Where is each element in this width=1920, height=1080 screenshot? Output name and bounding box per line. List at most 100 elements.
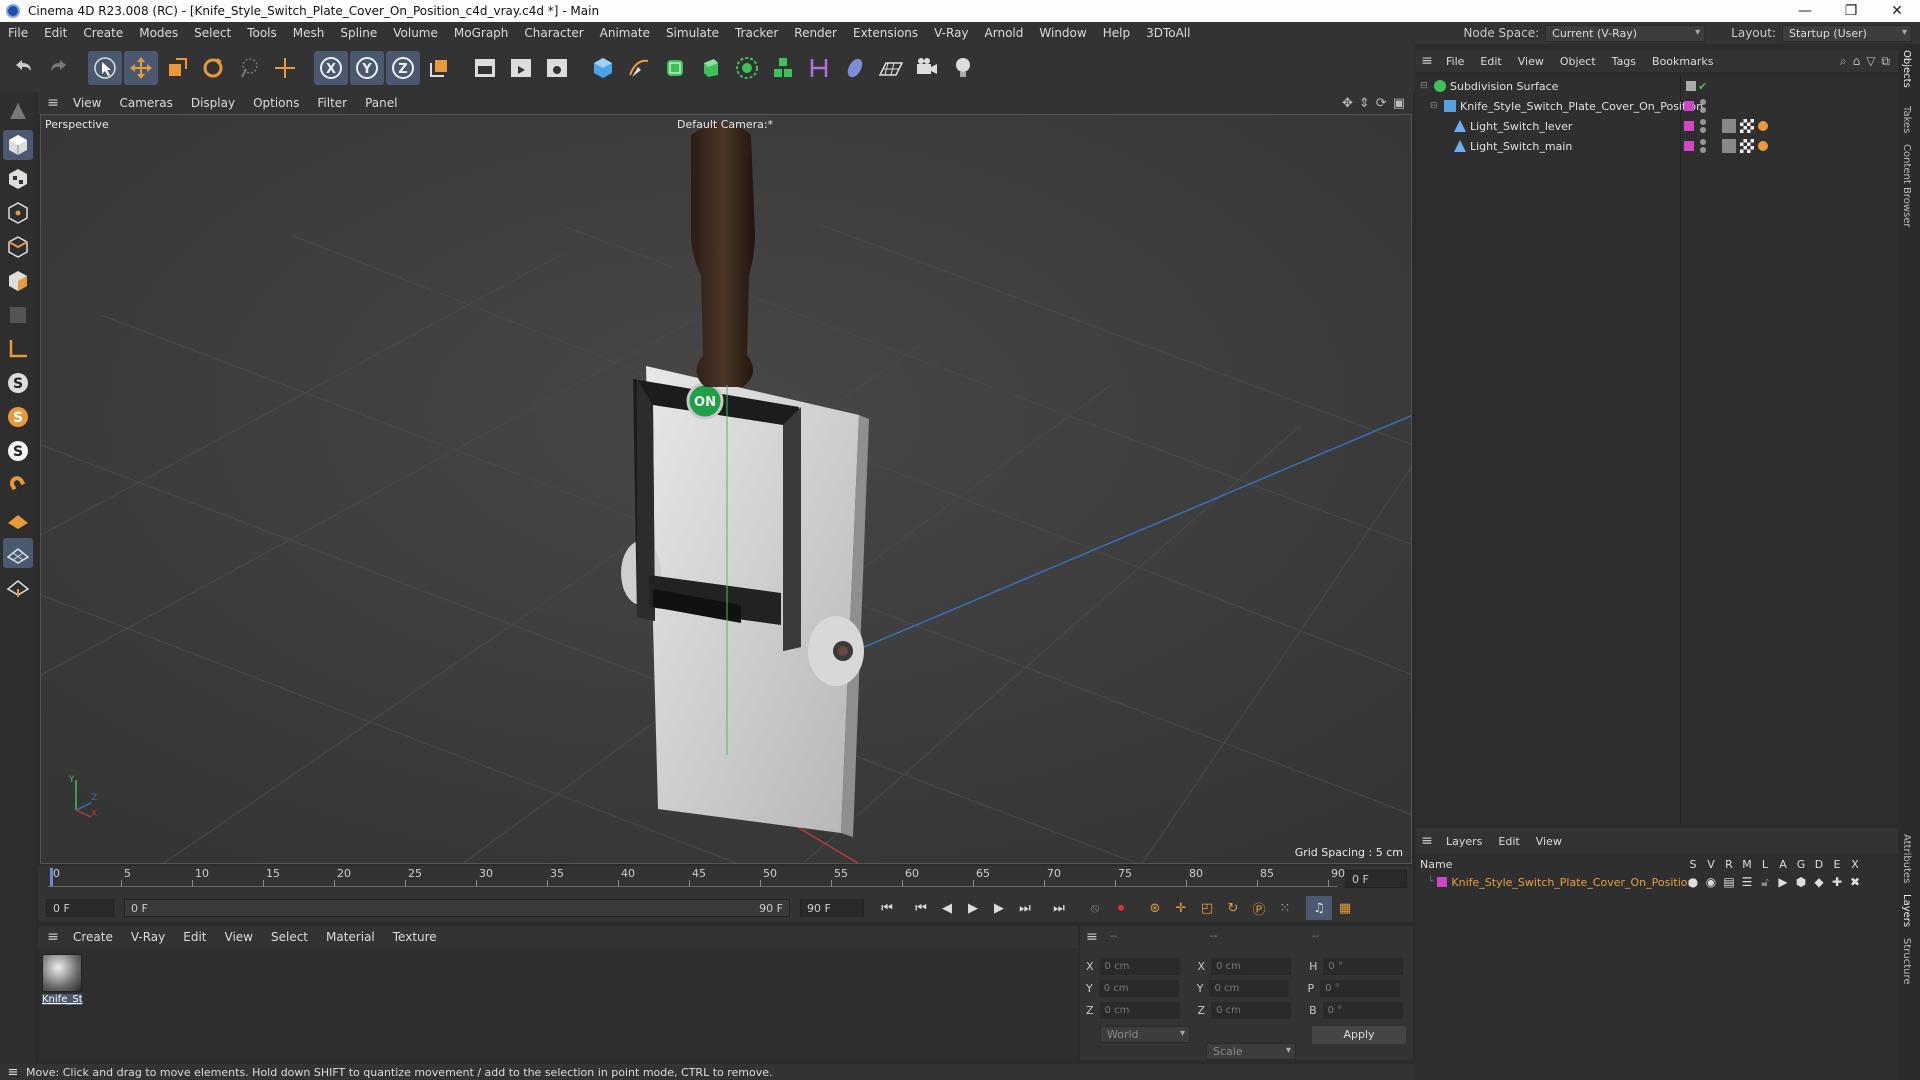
rot-h-field[interactable]: 0 ° [1323, 958, 1404, 975]
y-axis-lock-button[interactable]: Y [350, 51, 384, 85]
render-dot[interactable] [1700, 127, 1706, 133]
x-axis-lock-button[interactable]: X [314, 51, 348, 85]
key-position-icon[interactable]: ✛ [1168, 896, 1194, 920]
menu-modes[interactable]: Modes [131, 26, 186, 40]
scale-tool-button[interactable] [160, 51, 194, 85]
render-dot[interactable] [1700, 147, 1706, 153]
object-menu-edit[interactable]: Edit [1472, 55, 1509, 68]
minimize-button[interactable]: — [1782, 3, 1828, 19]
render-settings-button[interactable] [540, 51, 574, 85]
camera-button[interactable] [910, 51, 944, 85]
rot-b-field[interactable]: 0 ° [1322, 1002, 1403, 1019]
pen-spline-button[interactable] [622, 51, 656, 85]
object-hamburger-icon[interactable]: ≡ [1416, 53, 1438, 69]
start-frame-field[interactable]: 0 F [46, 899, 114, 917]
z-axis-lock-button[interactable]: Z [386, 51, 420, 85]
deformer-button[interactable] [802, 51, 836, 85]
texture-mode-button[interactable] [3, 164, 33, 194]
menu-mograph[interactable]: MoGraph [446, 26, 517, 40]
tab-content-browser[interactable]: Content Browser [1901, 144, 1912, 227]
maximize-button[interactable]: ❐ [1828, 3, 1874, 19]
current-frame-field[interactable]: 0 F [1345, 870, 1407, 888]
timeline-ruler[interactable]: 0 5 10 15 20 25 30 35 40 45 50 55 60 65 70 75 80 85 90 0 F [38, 866, 1413, 894]
new-window-icon[interactable]: ⧉ [1881, 54, 1890, 69]
layer-name[interactable]: Knife_Style_Switch_Plate_Cover_On_Positi… [1451, 876, 1694, 889]
points-mode-button[interactable] [3, 198, 33, 228]
key-pla-icon[interactable]: ⁙ [1272, 896, 1298, 920]
object-row[interactable]: Light_Switch_main [1416, 136, 1898, 156]
visibility-dot[interactable] [1700, 139, 1706, 145]
snap-button[interactable]: S [3, 368, 33, 398]
menu-mesh[interactable]: Mesh [285, 26, 333, 40]
viewport-menu-panel[interactable]: Panel [356, 96, 406, 110]
pan-view-icon[interactable]: ✥ [1342, 96, 1353, 111]
hamburger-icon[interactable]: ≡ [42, 95, 64, 111]
menu-spline[interactable]: Spline [332, 26, 385, 40]
apply-button[interactable]: Apply [1312, 1026, 1406, 1044]
polygons-mode-button[interactable] [3, 266, 33, 296]
viewport-menu-filter[interactable]: Filter [308, 96, 356, 110]
extrude-button[interactable] [694, 51, 728, 85]
menu-volume[interactable]: Volume [385, 26, 446, 40]
layer-color-swatch[interactable] [1684, 121, 1694, 131]
mograph-button[interactable] [766, 51, 800, 85]
home-icon[interactable]: ⌂ [1853, 54, 1861, 69]
material-hamburger-icon[interactable]: ≡ [42, 929, 64, 945]
render-picture-viewer-button[interactable] [504, 51, 538, 85]
lock-workplane-button[interactable] [3, 538, 33, 568]
edges-mode-button[interactable] [3, 232, 33, 262]
size-mode-select[interactable]: Scale [1206, 1043, 1296, 1060]
render-dot[interactable] [1700, 107, 1706, 113]
visibility-dot[interactable] [1700, 119, 1706, 125]
eye-icon[interactable]: ◉ [1702, 875, 1720, 890]
material-menu-texture[interactable]: Texture [384, 930, 446, 944]
rotate-view-icon[interactable]: ⟳ [1376, 96, 1387, 111]
material-menu-create[interactable]: Create [64, 930, 122, 944]
frame-range-slider[interactable]: 0 F 90 F [124, 899, 790, 917]
previous-key-button[interactable]: ⏮ [908, 896, 934, 920]
coord-system-select[interactable]: World [1100, 1026, 1190, 1043]
go-to-start-button[interactable]: ⏮ [874, 896, 900, 920]
solo-toggle-icon[interactable]: ● [1684, 875, 1702, 890]
menu-window[interactable]: Window [1031, 26, 1094, 40]
select-tool-button[interactable] [88, 51, 122, 85]
layer-menu-layers[interactable]: Layers [1438, 835, 1490, 848]
magnet-button[interactable] [3, 470, 33, 500]
menu-render[interactable]: Render [786, 26, 845, 40]
live-select-button[interactable] [232, 51, 266, 85]
object-menu-bookmarks[interactable]: Bookmarks [1644, 55, 1721, 68]
collapse-icon[interactable]: ⊟ [1420, 81, 1430, 91]
texture-tag-icon[interactable] [1740, 119, 1754, 133]
tab-attributes[interactable]: Attributes [1901, 834, 1912, 883]
layer-menu-view[interactable]: View [1528, 835, 1570, 848]
status-hamburger-icon[interactable]: ≡ [0, 1065, 26, 1080]
workplane-button[interactable] [3, 334, 33, 364]
field-button[interactable] [838, 51, 872, 85]
collapse-icon[interactable]: ⊟ [1430, 101, 1440, 111]
viewport-menu-options[interactable]: Options [244, 96, 308, 110]
pos-x-field[interactable]: 0 cm [1099, 958, 1180, 975]
redo-button[interactable] [42, 51, 76, 85]
previous-frame-button[interactable]: ◀ [934, 896, 960, 920]
next-frame-button[interactable]: ▶ [986, 896, 1012, 920]
size-y-field[interactable]: 0 cm [1209, 980, 1290, 997]
tab-takes[interactable]: Takes [1901, 106, 1912, 133]
xref-toggle-icon[interactable]: ✖ [1846, 875, 1864, 890]
menu-animate[interactable]: Animate [592, 26, 658, 40]
menu-simulate[interactable]: Simulate [658, 26, 727, 40]
viewport-menu-display[interactable]: Display [182, 96, 244, 110]
filter-icon[interactable]: ▽ [1866, 54, 1875, 69]
go-to-end-button[interactable]: ⏭ [1046, 896, 1072, 920]
lock-icon[interactable]: 🔓︎ [1756, 875, 1774, 890]
layer-hamburger-icon[interactable]: ≡ [1416, 833, 1438, 849]
pos-z-field[interactable]: 0 cm [1099, 1002, 1180, 1019]
model-mode-button[interactable] [3, 130, 33, 160]
viewport-menu-cameras[interactable]: Cameras [110, 96, 181, 110]
object-menu-file[interactable]: File [1438, 55, 1472, 68]
material-menu-select[interactable]: Select [262, 930, 317, 944]
size-z-field[interactable]: 0 cm [1211, 1002, 1292, 1019]
object-menu-object[interactable]: Object [1552, 55, 1604, 68]
coord-hamburger-icon[interactable]: ≡ [1086, 929, 1098, 945]
rot-p-field[interactable]: 0 ° [1320, 980, 1401, 997]
camera-label[interactable]: Default Camera:* [677, 118, 773, 131]
